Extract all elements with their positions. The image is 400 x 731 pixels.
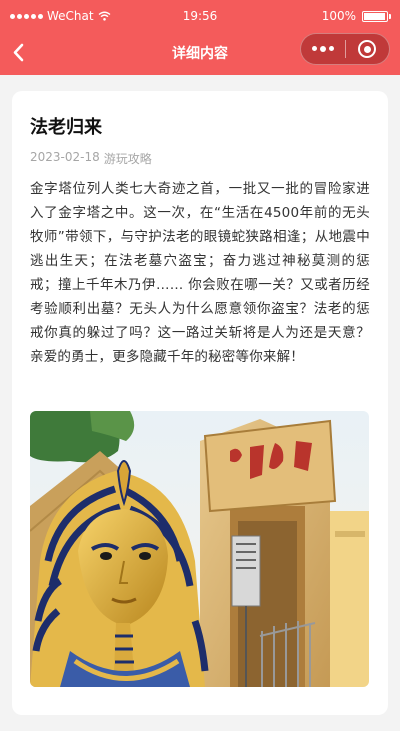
- status-right: 100%: [321, 6, 391, 26]
- mini-program-capsule: [300, 33, 390, 65]
- battery-fill: [364, 12, 385, 20]
- navigation-bar: 详细内容: [0, 30, 400, 75]
- article-date: 2023-02-18: [30, 150, 100, 164]
- article-category: 游玩攻略: [103, 152, 152, 166]
- article-body: 金字塔位列人类七大奇迹之首，一批又一批的冒险家进入了金字塔之中。这一次，在“生活…: [30, 181, 370, 365]
- battery-percent: 100%: [321, 9, 356, 23]
- close-button[interactable]: [346, 34, 389, 64]
- top-bar: WeChat 19:56 100% 详细内容: [0, 0, 400, 75]
- more-dots-icon: [312, 46, 334, 52]
- pharaoh-photo: [30, 411, 369, 687]
- article-meta: 2023-02-18 游玩攻略: [30, 150, 152, 167]
- status-bar: WeChat 19:56 100%: [0, 6, 400, 26]
- article-image: [30, 411, 369, 687]
- article-card: 法老归来 2023-02-18 游玩攻略 金字塔位列人类七大奇迹之首，一批又一批…: [12, 91, 388, 715]
- article-title: 法老归来: [30, 117, 102, 138]
- more-button[interactable]: [301, 34, 345, 64]
- target-close-icon: [358, 40, 377, 58]
- battery-icon: [362, 10, 391, 22]
